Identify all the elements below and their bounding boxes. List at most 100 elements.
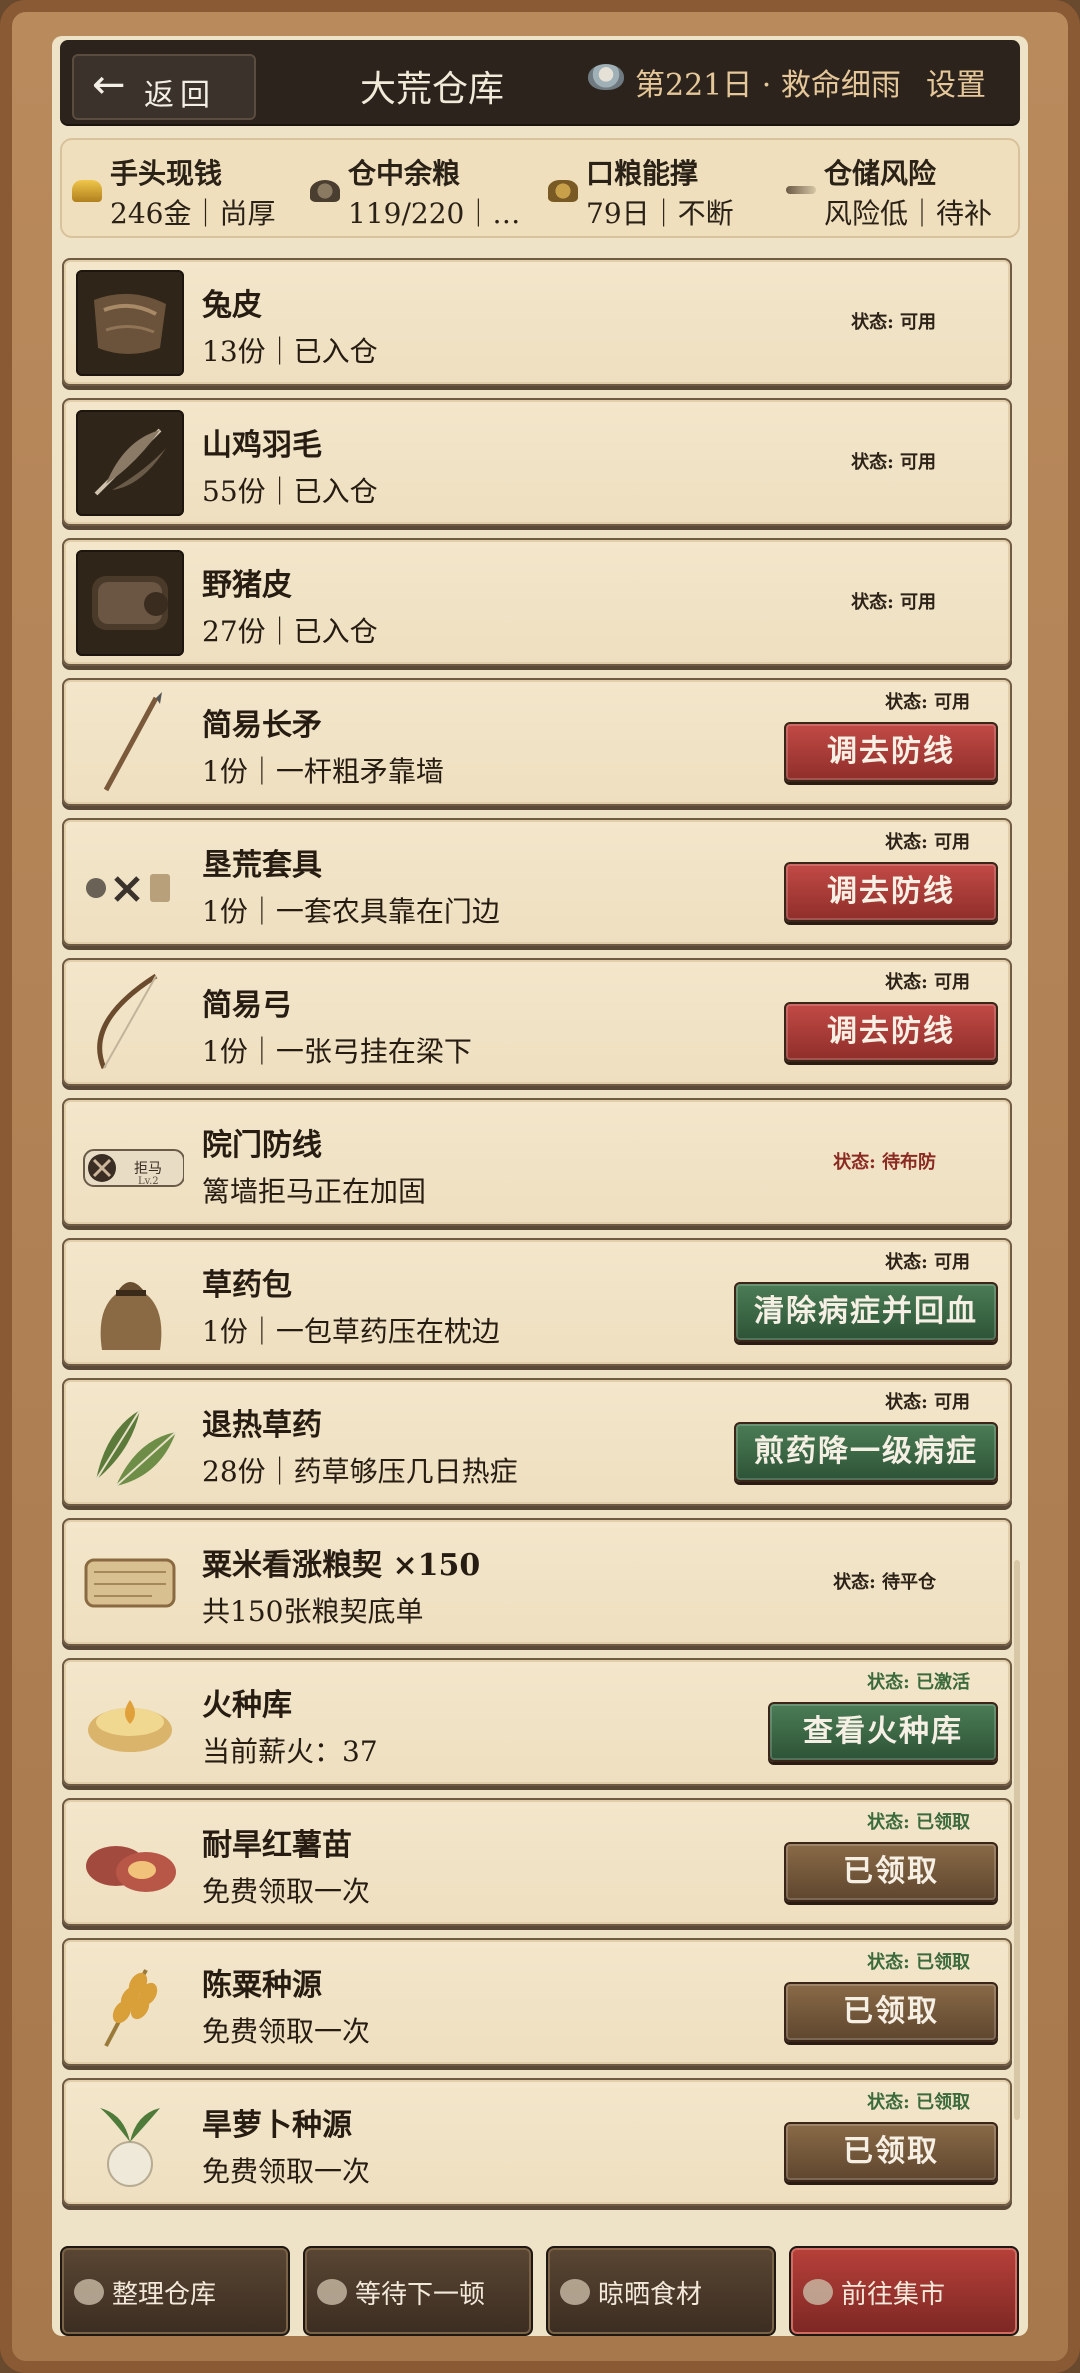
list-item: 旱萝卜种源 免费领取一次 状态: 已领取 已领取	[62, 2078, 1012, 2206]
fire-bowl-icon	[76, 1670, 184, 1776]
herb-bag-icon	[76, 1250, 184, 1356]
item-title: 耐旱红薯苗	[202, 1828, 352, 1863]
item-title: 简易长矛	[202, 708, 322, 743]
list-item: 野猪皮 27份｜已入仓 状态: 可用	[62, 538, 1012, 666]
stat-ration: 口粮能撑 79日｜不断	[544, 146, 774, 230]
send-to-defense-button[interactable]: 调去防线	[784, 862, 998, 922]
item-title: 山鸡羽毛	[202, 428, 322, 463]
item-subtitle: 篱墙拒马正在加固	[202, 1175, 427, 1208]
item-status: 状态: 可用	[885, 832, 970, 853]
claimed-button[interactable]: 已领取	[784, 1982, 998, 2042]
bow-icon	[76, 970, 184, 1076]
item-title: 火种库	[202, 1688, 292, 1723]
list-item: 粟米看涨粮契 ×150 共150张粮契底单 状态: 待平仓	[62, 1518, 1012, 1646]
dry-food-button[interactable]: 晾晒食材	[546, 2246, 776, 2336]
rabbit-pelt-icon	[76, 270, 184, 376]
item-status: 状态: 已领取	[867, 1952, 970, 1973]
back-label: 返回	[144, 78, 216, 113]
scrollbar[interactable]	[1014, 1560, 1020, 2120]
day-indicator: 第221日 · 救命细雨	[635, 68, 901, 103]
item-status: 状态: 已领取	[867, 2092, 970, 2113]
item-subtitle: 当前薪火：37	[202, 1735, 378, 1768]
stat-grain-label: 仓中余粮	[348, 157, 461, 190]
top-bar: ← 返回 大荒仓库 第221日 · 救命细雨 设置	[60, 40, 1020, 124]
item-subtitle: 27份｜已入仓	[202, 615, 378, 648]
stat-money-label: 手头现钱	[110, 157, 223, 190]
list-item: 兔皮 13份｜已入仓 状态: 可用	[62, 258, 1012, 386]
item-status: 状态: 待布防	[833, 1152, 936, 1173]
item-subtitle: 13份｜已入仓	[202, 335, 378, 368]
item-subtitle: 55份｜已入仓	[202, 475, 378, 508]
item-title: 野猪皮	[202, 568, 292, 603]
back-arrow-icon: ←	[92, 62, 126, 108]
item-title: 兔皮	[202, 288, 262, 323]
list-item: 垦荒套具 1份｜一套农具靠在门边 状态: 可用 调去防线	[62, 818, 1012, 946]
list-item: 草药包 1份｜一包草药压在枕边 状态: 可用 清除病症并回血	[62, 1238, 1012, 1366]
item-title: 陈粟种源	[202, 1968, 322, 2003]
item-subtitle: 免费领取一次	[202, 1875, 371, 1908]
brew-medicine-button[interactable]: 煎药降一级病症	[734, 1422, 998, 1482]
organize-warehouse-label: 整理仓库	[112, 2280, 217, 2310]
item-title: 旱萝卜种源	[202, 2108, 352, 2143]
cure-illness-button[interactable]: 清除病症并回血	[734, 1282, 998, 1342]
list-item: 拒马 Lv.2 院门防线 篱墙拒马正在加固 状态: 待布防	[62, 1098, 1012, 1226]
stat-risk-value: 风险低｜待补	[824, 197, 993, 230]
feather-icon	[76, 410, 184, 516]
item-status: 状态: 待平仓	[833, 1572, 936, 1593]
stat-ration-label: 口粮能撑	[586, 157, 699, 190]
list-item: 简易长矛 1份｜一杆粗矛靠墙 状态: 可用 调去防线	[62, 678, 1012, 806]
item-status: 状态: 可用	[851, 592, 936, 613]
farm-tools-icon	[76, 830, 184, 936]
item-title: 粟米看涨粮契 ×150	[202, 1548, 481, 1583]
send-to-defense-button[interactable]: 调去防线	[784, 1002, 998, 1062]
go-to-market-button[interactable]: 前往集市	[789, 2246, 1019, 2336]
item-subtitle: 1份｜一杆粗矛靠墙	[202, 755, 444, 788]
grain-pile-icon	[310, 180, 340, 202]
list-item: 山鸡羽毛 55份｜已入仓 状态: 可用	[62, 398, 1012, 526]
item-subtitle: 共150张粮契底单	[202, 1595, 424, 1628]
item-status: 状态: 可用	[851, 452, 936, 473]
item-title: 简易弓	[202, 988, 292, 1023]
back-button[interactable]: ← 返回	[72, 54, 256, 120]
wait-next-meal-button[interactable]: 等待下一顿	[303, 2246, 533, 2336]
organize-warehouse-button[interactable]: 整理仓库	[60, 2246, 290, 2336]
organize-icon	[74, 2279, 104, 2305]
gold-ingot-icon	[72, 180, 102, 202]
stat-grain-value: 119/220｜…	[348, 197, 521, 230]
settings-button[interactable]: 设置	[926, 60, 986, 104]
item-status: 状态: 可用	[885, 1252, 970, 1273]
item-status: 状态: 可用	[885, 1392, 970, 1413]
bottom-action-bar: 整理仓库 等待下一顿 晾晒食材 前往集市	[60, 2246, 1020, 2338]
list-item: 陈粟种源 免费领取一次 状态: 已领取 已领取	[62, 1938, 1012, 2066]
item-subtitle: 28份｜药草够压几日热症	[202, 1455, 518, 1488]
item-title: 草药包	[202, 1268, 292, 1303]
stat-money: 手头现钱 246金｜尚厚	[68, 146, 298, 230]
item-subtitle: 1份｜一包草药压在枕边	[202, 1315, 500, 1348]
page-title: 大荒仓库	[360, 69, 505, 110]
stat-ration-value: 79日｜不断	[586, 197, 734, 230]
view-fire-vault-button[interactable]: 查看火种库	[768, 1702, 998, 1762]
weather-bowl-icon	[588, 64, 624, 90]
boar-hide-icon	[76, 550, 184, 656]
claimed-button[interactable]: 已领取	[784, 1842, 998, 1902]
item-status: 状态: 可用	[885, 692, 970, 713]
list-item: 火种库 当前薪火：37 状态: 已激活 查看火种库	[62, 1658, 1012, 1786]
barricade-level: Lv.2	[138, 1176, 159, 1187]
send-to-defense-button[interactable]: 调去防线	[784, 722, 998, 782]
grain-sack-icon	[548, 180, 578, 202]
brush-icon	[786, 186, 816, 194]
item-subtitle: 免费领取一次	[202, 2155, 371, 2188]
radish-icon	[76, 2090, 184, 2196]
scroll-icon	[76, 1530, 184, 1636]
rice-bowl-icon	[317, 2279, 347, 2305]
resource-summary: 手头现钱 246金｜尚厚 仓中余粮 119/220｜… 口粮能撑 79日｜不断 …	[60, 138, 1020, 238]
market-icon	[803, 2279, 833, 2305]
spear-icon	[76, 690, 184, 796]
drying-rack-icon	[560, 2279, 590, 2305]
item-title: 垦荒套具	[202, 848, 322, 883]
stat-risk: 仓储风险 风险低｜待补	[782, 146, 1012, 230]
dry-food-label: 晾晒食材	[598, 2280, 703, 2310]
list-item: 耐旱红薯苗 免费领取一次 状态: 已领取 已领取	[62, 1798, 1012, 1926]
claimed-button[interactable]: 已领取	[784, 2122, 998, 2182]
item-subtitle: 免费领取一次	[202, 2015, 371, 2048]
